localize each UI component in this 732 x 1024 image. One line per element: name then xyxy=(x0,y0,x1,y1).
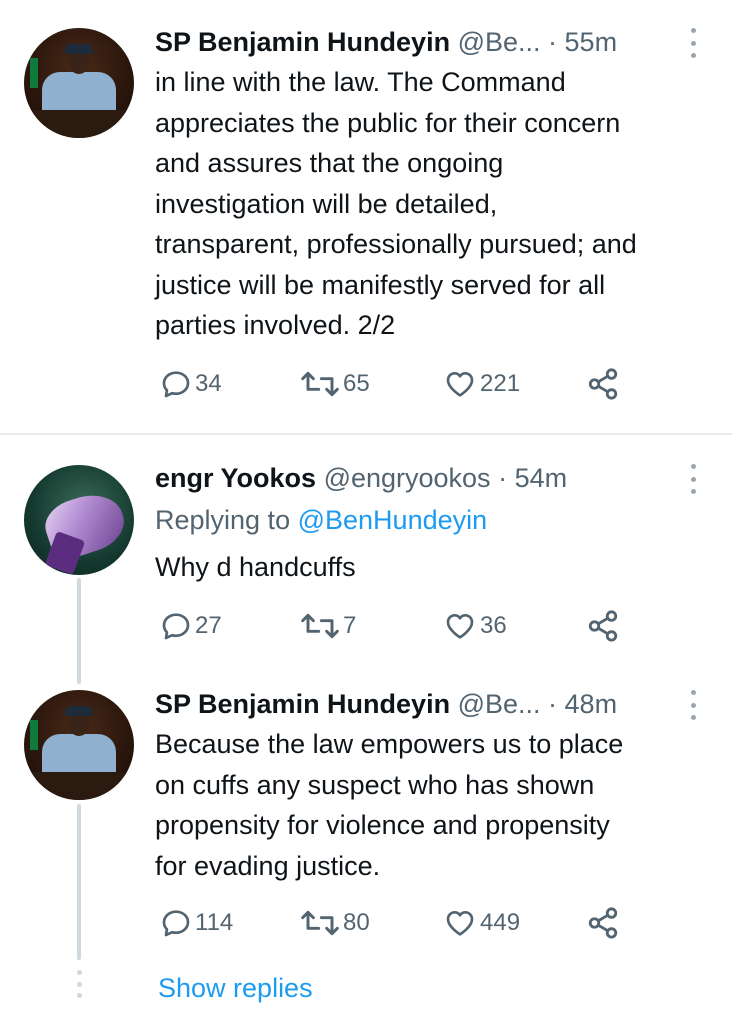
like-icon xyxy=(446,614,474,639)
like-count: 449 xyxy=(480,909,521,936)
like-icon xyxy=(446,372,474,397)
replying-handle-link[interactable]: @BenHundeyin xyxy=(298,505,488,535)
tweet-actions: 114 80 449 xyxy=(0,905,732,941)
avatar[interactable] xyxy=(24,28,134,138)
more-icon[interactable] xyxy=(690,28,696,58)
reply-button[interactable]: 114 xyxy=(160,905,233,941)
share-button[interactable] xyxy=(586,366,620,402)
tweet-text-line: investigation will be detailed, xyxy=(155,188,498,219)
more-icon[interactable] xyxy=(690,464,696,494)
tweet-divider xyxy=(0,433,732,435)
reply-button[interactable]: 34 xyxy=(160,366,222,402)
tweet-actions: 34 65 221 xyxy=(0,366,732,402)
like-icon xyxy=(446,911,474,936)
tweet-text-line: transparent, professionally pursued; and xyxy=(155,229,637,259)
replying-to: Replying to @BenHundeyin xyxy=(155,500,487,540)
share-button[interactable] xyxy=(586,608,620,644)
tweet-text-line: parties involved. 2/2 xyxy=(155,310,396,340)
reply-icon xyxy=(162,613,190,640)
reply-count: 27 xyxy=(195,612,222,639)
share-icon xyxy=(588,610,618,642)
like-button[interactable]: 449 xyxy=(443,905,520,941)
tweet-text-line: justice will be manifestly served for al… xyxy=(155,269,606,300)
thread-more-dots xyxy=(76,970,82,998)
like-button[interactable]: 221 xyxy=(443,366,520,402)
author-name[interactable]: engr Yookos xyxy=(155,463,316,493)
tweet-time[interactable]: · 48m xyxy=(548,689,617,719)
share-icon xyxy=(588,368,618,400)
like-button[interactable]: 36 xyxy=(443,608,507,644)
author-handle[interactable]: @engryookos xyxy=(324,463,491,493)
like-count: 36 xyxy=(480,612,507,639)
thread-connector-line xyxy=(77,578,81,684)
tweet-actions: 27 7 36 xyxy=(0,608,732,644)
tweet-text: Because the law empowers us to place on … xyxy=(155,724,708,886)
reply-count: 34 xyxy=(195,370,222,397)
tweet-text-line: appreciates the public for their concern xyxy=(155,107,621,138)
tweet-text-line: and assures that the ongoing xyxy=(155,148,504,178)
tweet-text-line: for evading justice. xyxy=(155,850,381,881)
reply-icon xyxy=(162,910,190,937)
share-button[interactable] xyxy=(586,905,620,941)
tweet-text: in line with the law. The Command apprec… xyxy=(155,62,708,346)
avatar[interactable] xyxy=(24,690,134,800)
tweet-text-line: propensity for violence and propensity xyxy=(155,810,610,840)
tweet-text-line: Because the law empowers us to place xyxy=(155,729,624,759)
retweet-count: 7 xyxy=(343,612,357,639)
author-name[interactable]: SP Benjamin Hundeyin xyxy=(155,27,450,57)
reply-count: 114 xyxy=(195,909,234,936)
tweet-header: SP Benjamin Hundeyin @Be... · 55m xyxy=(155,24,680,60)
tweet-header: SP Benjamin Hundeyin @Be... · 48m xyxy=(155,686,680,722)
retweet-icon xyxy=(301,613,339,639)
tweet-text: Why d handcuffs xyxy=(155,547,708,588)
retweet-count: 65 xyxy=(343,370,370,397)
author-handle[interactable]: @Be... xyxy=(458,27,541,57)
show-replies-link[interactable]: Show replies xyxy=(158,968,313,1008)
retweet-count: 80 xyxy=(343,909,370,936)
thread-connector-line xyxy=(77,804,81,960)
retweet-button[interactable]: 80 xyxy=(300,905,370,941)
reply-button[interactable]: 27 xyxy=(160,608,222,644)
tweet-text-line: Why d handcuffs xyxy=(155,552,356,582)
retweet-icon xyxy=(301,371,339,397)
author-name[interactable]: SP Benjamin Hundeyin xyxy=(155,689,450,719)
avatar[interactable] xyxy=(24,465,134,575)
tweet-header: engr Yookos @engryookos · 54m xyxy=(155,460,680,496)
replying-label: Replying to xyxy=(155,505,291,535)
author-handle[interactable]: @Be... xyxy=(458,689,541,719)
tweet-time[interactable]: · 54m xyxy=(498,463,567,493)
tweet-text-line: in line with the law. The Command xyxy=(155,67,566,97)
retweet-button[interactable]: 65 xyxy=(300,366,370,402)
like-count: 221 xyxy=(480,370,521,397)
retweet-button[interactable]: 7 xyxy=(300,608,356,644)
tweet-text-line: on cuffs any suspect who has shown xyxy=(155,769,595,800)
more-icon[interactable] xyxy=(690,690,696,720)
retweet-icon xyxy=(301,910,339,936)
reply-icon xyxy=(162,371,190,398)
tweet-time[interactable]: · 55m xyxy=(548,27,617,57)
share-icon xyxy=(588,907,618,939)
